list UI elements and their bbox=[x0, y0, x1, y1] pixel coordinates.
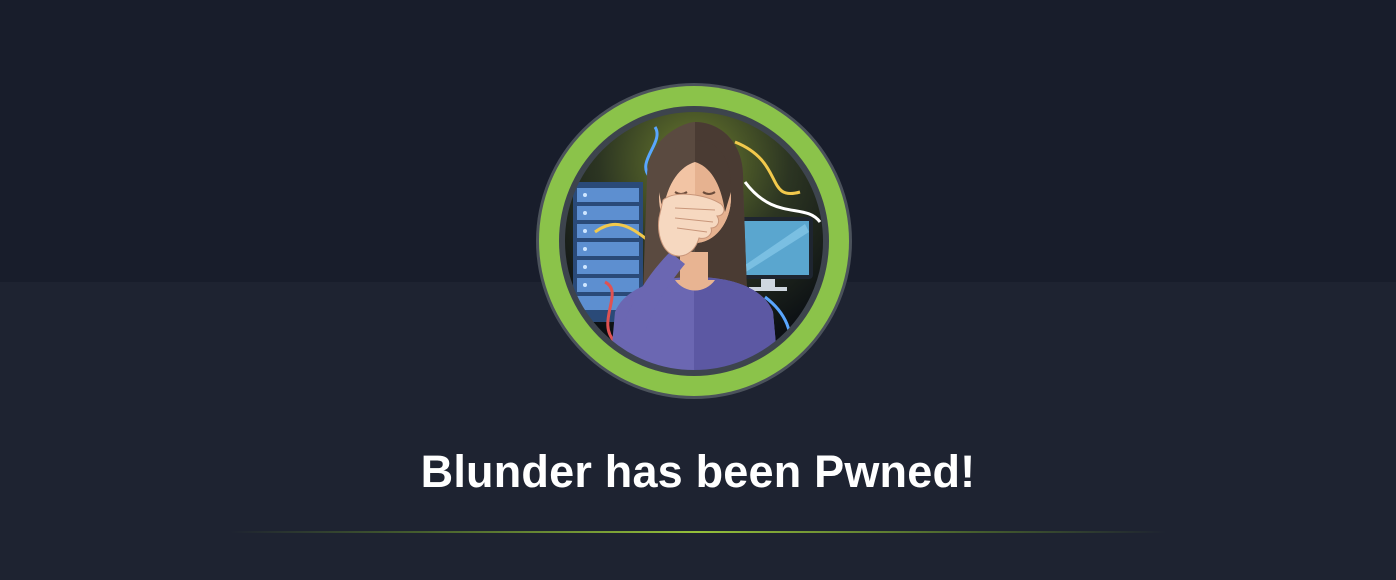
machine-avatar bbox=[535, 82, 853, 400]
section-divider bbox=[230, 531, 1166, 533]
facepalm-avatar-icon bbox=[536, 83, 852, 399]
pwned-title: Blunder has been Pwned! bbox=[420, 446, 976, 497]
pwned-banner: Blunder has been Pwned! bbox=[0, 0, 1396, 580]
